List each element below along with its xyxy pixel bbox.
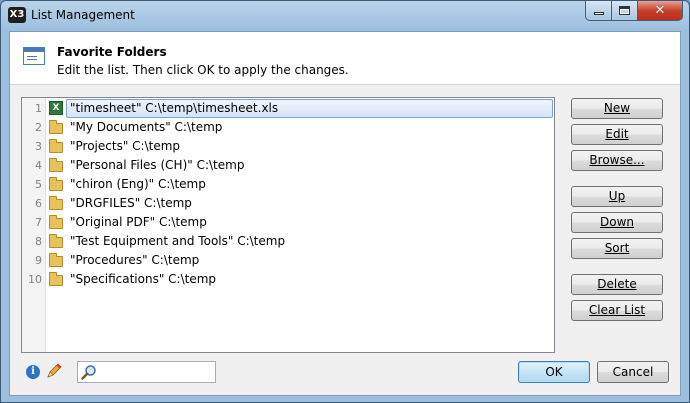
row-number: 10 (28, 273, 42, 286)
favorites-list[interactable]: 1 X "timesheet" C:\temp\timesheet.xls 2 "My … (21, 97, 555, 353)
search-input[interactable] (100, 363, 212, 381)
delete-button[interactable]: Delete (571, 274, 663, 295)
row-number: 4 (35, 159, 42, 172)
row-number: 8 (35, 235, 42, 248)
new-button[interactable]: New (571, 98, 663, 119)
row-number: 9 (35, 254, 42, 267)
list-item[interactable]: 8 "Test Equipment and Tools" C:\temp (22, 232, 554, 251)
up-button[interactable]: Up (571, 186, 663, 207)
row-number: 2 (35, 121, 42, 134)
dialog-client-area: Favorite Folders Edit the list. Then cli… (9, 31, 681, 396)
row-number: 7 (35, 216, 42, 229)
info-icon[interactable]: i (26, 365, 40, 379)
app-icon[interactable]: X3 (8, 7, 26, 23)
excel-file-icon: X (49, 101, 63, 115)
search-icon (81, 365, 96, 380)
list-item-label: "Projects" C:\temp (70, 139, 181, 153)
folder-icon (49, 196, 63, 210)
folder-icon (49, 120, 63, 134)
cancel-button[interactable]: Cancel (597, 361, 669, 383)
list-item[interactable]: 9 "Procedures" C:\temp (22, 251, 554, 270)
edit-button[interactable]: Edit (571, 124, 663, 145)
row-number: 5 (35, 178, 42, 191)
ok-button[interactable]: OK (518, 361, 590, 383)
list-window-icon (23, 47, 45, 65)
row-number: 6 (35, 197, 42, 210)
folder-icon (49, 253, 63, 267)
list-item[interactable]: 1 X "timesheet" C:\temp\timesheet.xls (22, 99, 554, 118)
folder-icon (49, 158, 63, 172)
folder-icon (49, 139, 63, 153)
list-item[interactable]: 4 "Personal Files (CH)" C:\temp (22, 156, 554, 175)
dialog-header: Favorite Folders Edit the list. Then cli… (10, 32, 680, 85)
list-item-label: "Original PDF" C:\temp (70, 215, 207, 229)
list-management-window: X3 List Management ✕ Favorite Folders Ed… (0, 0, 690, 403)
list-item-label: "My Documents" C:\temp (70, 120, 223, 134)
list-item-label: "DRGFILES" C:\temp (70, 196, 192, 210)
header-title: Favorite Folders (57, 45, 167, 59)
close-button[interactable]: ✕ (638, 1, 683, 21)
pencil-icon[interactable] (46, 363, 62, 379)
clear-list-button[interactable]: Clear List (571, 300, 663, 321)
list-item[interactable]: 3 "Projects" C:\temp (22, 137, 554, 156)
maximize-button[interactable] (612, 1, 638, 21)
row-number: 3 (35, 140, 42, 153)
down-button[interactable]: Down (571, 212, 663, 233)
row-number: 1 (35, 102, 42, 115)
close-icon: ✕ (654, 3, 666, 18)
folder-icon (49, 215, 63, 229)
list-item-label: "chiron (Eng)" C:\temp (70, 177, 206, 191)
sort-button[interactable]: Sort (571, 238, 663, 259)
title-bar[interactable]: X3 List Management ✕ (1, 1, 689, 31)
list-item-label: "Procedures" C:\temp (70, 253, 200, 267)
list-item-label: "Personal Files (CH)" C:\temp (70, 158, 245, 172)
maximize-icon (619, 6, 630, 15)
folder-icon (49, 234, 63, 248)
list-item-label: "Test Equipment and Tools" C:\temp (70, 234, 286, 248)
list-item[interactable]: 10 "Specifications" C:\temp (22, 270, 554, 289)
search-box[interactable] (77, 361, 216, 383)
list-item[interactable]: 2 "My Documents" C:\temp (22, 118, 554, 137)
list-item-label: "Specifications" C:\temp (70, 272, 217, 286)
minimize-icon (593, 12, 604, 15)
list-item[interactable]: 5 "chiron (Eng)" C:\temp (22, 175, 554, 194)
window-title: List Management (31, 8, 135, 22)
folder-icon (49, 272, 63, 286)
folder-icon (49, 177, 63, 191)
header-description: Edit the list. Then click OK to apply th… (57, 63, 349, 77)
minimize-button[interactable] (585, 1, 612, 21)
browse-button[interactable]: Browse... (571, 150, 663, 171)
list-item[interactable]: 7 "Original PDF" C:\temp (22, 213, 554, 232)
list-item[interactable]: 6 "DRGFILES" C:\temp (22, 194, 554, 213)
caption-buttons: ✕ (585, 1, 683, 21)
list-item-label: "timesheet" C:\temp\timesheet.xls (70, 101, 279, 115)
